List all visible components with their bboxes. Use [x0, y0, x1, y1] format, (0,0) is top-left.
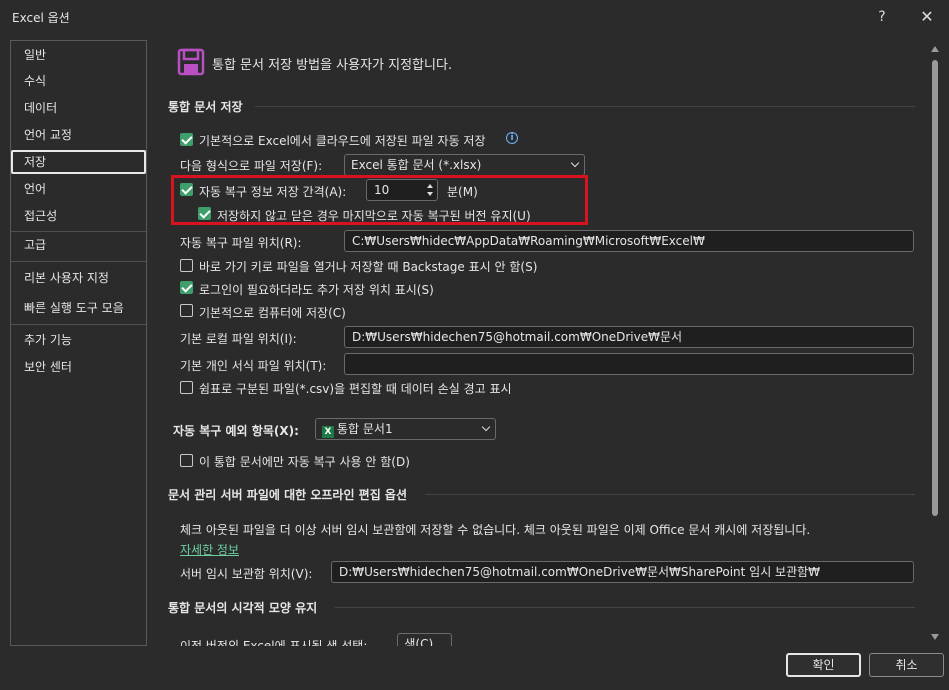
section-divider — [255, 106, 915, 107]
sidebar-item-save[interactable]: 저장 — [11, 150, 146, 174]
spin-up-icon[interactable] — [427, 184, 433, 188]
backstage-label: 바로 가기 키로 파일을 열거나 저장할 때 Backstage 표시 안 함(… — [199, 260, 538, 274]
sidebar-item-language[interactable]: 언어 — [11, 177, 146, 201]
section-title-offline-editing: 문서 관리 서버 파일에 대한 오프라인 편집 옵션 — [168, 488, 408, 502]
sidebar-item-proofing[interactable]: 언어 교정 — [11, 123, 146, 147]
sidebar-item-trust-center[interactable]: 보안 센터 — [11, 355, 146, 379]
help-icon[interactable]: ? — [870, 6, 894, 28]
show-additional-locations-label: 로그인이 필요하더라도 추가 저장 위치 표시(S) — [199, 283, 434, 297]
window-title: Excel 옵션 — [12, 11, 70, 25]
save-format-dropdown[interactable]: Excel 통합 문서 (*.xlsx) — [344, 154, 585, 176]
cancel-button[interactable]: 취소 — [869, 653, 944, 677]
section-divider — [335, 607, 915, 608]
keep-last-autosaved-label: 저장하지 않고 닫은 경우 마지막으로 자동 복구된 버전 유지(U) — [217, 209, 531, 223]
excel-icon: X — [322, 426, 334, 438]
autorecover-location-label: 자동 복구 파일 위치(R): — [180, 236, 302, 250]
section-title-save-workbooks: 통합 문서 저장 — [168, 100, 243, 114]
personal-templates-label: 기본 개인 서식 파일 위치(T): — [180, 359, 327, 373]
disable-autorecover-checkbox[interactable] — [180, 454, 193, 467]
csv-warning-checkbox[interactable] — [180, 381, 193, 394]
autorecover-label: 자동 복구 정보 저장 간격(A): — [199, 185, 347, 199]
sidebar-divider — [11, 324, 146, 325]
spin-down-icon[interactable] — [427, 192, 433, 196]
workbook-value: 통합 문서1 — [337, 422, 393, 436]
save-format-value: Excel 통합 문서 (*.xlsx) — [351, 158, 482, 172]
csv-warning-label: 쉼표로 구분된 파일(*.csv)을 편집할 때 데이터 손실 경고 표시 — [199, 382, 512, 396]
save-options-panel: 통합 문서 저장 방법을 사용자가 지정합니다. 통합 문서 저장 기본적으로 … — [155, 40, 925, 646]
server-drafts-input[interactable]: D:₩Users₩hidechen75@hotmail.com₩OneDrive… — [331, 561, 914, 583]
autorecover-exceptions-label: 자동 복구 예외 항목(X): — [173, 424, 299, 438]
autorecover-location-input[interactable]: C:₩Users₩hidec₩AppData₩Roaming₩Microsoft… — [344, 230, 914, 252]
vertical-scrollbar[interactable] — [928, 40, 942, 646]
personal-templates-input[interactable] — [344, 353, 914, 375]
autorecover-checkbox[interactable] — [180, 183, 193, 196]
save-icon — [177, 48, 205, 76]
save-to-computer-label: 기본적으로 컴퓨터에 저장(C) — [199, 306, 346, 320]
close-icon[interactable]: ✕ — [915, 6, 939, 28]
default-local-location-input[interactable]: D:₩Users₩hidechen75@hotmail.com₩OneDrive… — [344, 326, 914, 348]
sidebar-item-general[interactable]: 일반 — [11, 43, 146, 67]
default-local-location-label: 기본 로컬 파일 위치(I): — [180, 332, 297, 346]
learn-more-link[interactable]: 자세한 정보 — [180, 541, 239, 558]
offline-description: 체크 아웃된 파일을 더 이상 서버 임시 보관함에 저장할 수 없습니다. 체… — [180, 523, 811, 537]
sidebar-divider — [11, 231, 146, 232]
colors-button[interactable]: 색(C)... — [397, 633, 452, 646]
disable-autorecover-label: 이 통합 문서에만 자동 복구 사용 안 함(D) — [199, 455, 410, 469]
sidebar-item-formulas[interactable]: 수식 — [11, 69, 146, 93]
keep-last-autosaved-checkbox[interactable] — [198, 207, 211, 220]
sidebar-item-quick-access[interactable]: 빠른 실행 도구 모음 — [11, 296, 146, 320]
title-bar: Excel 옵션 ? ✕ — [0, 0, 949, 34]
chevron-down-icon — [570, 158, 580, 168]
show-additional-locations-checkbox[interactable] — [180, 281, 193, 294]
sidebar-item-data[interactable]: 데이터 — [11, 96, 146, 120]
backstage-checkbox[interactable] — [180, 259, 193, 272]
options-sidebar: 일반 수식 데이터 언어 교정 저장 언어 접근성 고급 리본 사용자 지정 빠… — [10, 40, 147, 646]
save-to-computer-checkbox[interactable] — [180, 304, 193, 317]
autosave-cloud-label: 기본적으로 Excel에서 클라우드에 저장된 파일 자동 저장 — [199, 134, 486, 148]
sidebar-item-add-ins[interactable]: 추가 기능 — [11, 328, 146, 352]
minutes-label: 분(M) — [447, 185, 478, 199]
autorecover-minutes-value: 10 — [374, 183, 390, 197]
autosave-cloud-checkbox[interactable] — [180, 133, 193, 146]
sidebar-item-customize-ribbon[interactable]: 리본 사용자 지정 — [11, 266, 146, 290]
scroll-up-icon[interactable] — [931, 46, 939, 52]
server-drafts-label: 서버 임시 보관함 위치(V): — [180, 567, 313, 581]
scrollbar-thumb[interactable] — [932, 60, 938, 516]
autorecover-minutes-spinner[interactable]: 10 — [366, 179, 438, 201]
section-title-visual-appearance: 통합 문서의 시각적 모양 유지 — [168, 601, 318, 615]
section-divider — [425, 494, 915, 495]
ok-button[interactable]: 확인 — [786, 653, 861, 677]
save-format-label: 다음 형식으로 파일 저장(F): — [180, 159, 323, 173]
info-icon[interactable]: i — [506, 132, 518, 144]
chevron-down-icon — [481, 422, 491, 432]
sidebar-item-accessibility[interactable]: 접근성 — [11, 204, 146, 228]
page-description: 통합 문서 저장 방법을 사용자가 지정합니다. — [212, 58, 453, 73]
scroll-down-icon[interactable] — [931, 634, 939, 640]
workbook-dropdown[interactable]: X 통합 문서1 — [315, 418, 496, 440]
colors-label: 이전 버전의 Excel에 표시될 색 선택: — [180, 639, 368, 646]
excel-options-dialog: Excel 옵션 ? ✕ 일반 수식 데이터 언어 교정 저장 언어 접근성 고… — [0, 0, 949, 690]
sidebar-divider — [11, 261, 146, 262]
sidebar-item-advanced[interactable]: 고급 — [11, 233, 146, 257]
